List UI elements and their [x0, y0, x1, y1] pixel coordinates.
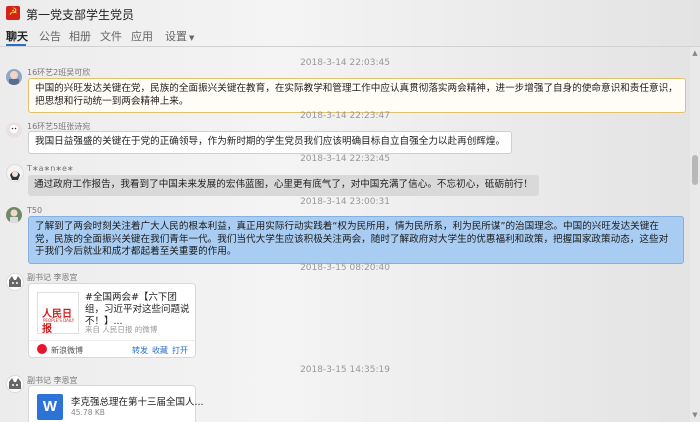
- group-title: 第一党支部学生党员: [26, 8, 135, 22]
- platform-name: 新浪微博: [51, 346, 83, 355]
- message-timestamp: 2018-3-14 22:32:45: [300, 154, 390, 164]
- sender-name: 副书记 李恩宜: [27, 273, 78, 282]
- message-bubble[interactable]: 通过政府工作报告，我看到了中国未来发展的宏伟蓝图，心里更有底气了，对中国充满了信…: [28, 175, 539, 196]
- title-bar: ☭ 第一党支部学生党员: [0, 0, 700, 26]
- news-thumbnail-subtitle: PEOPLE'S DAILY: [43, 318, 75, 323]
- scrollbar-thumb[interactable]: [692, 155, 698, 185]
- chat-scrollbar[interactable]: ▲ ▼: [690, 47, 700, 422]
- chevron-down-icon: ▼: [189, 34, 195, 42]
- party-emblem-icon: ☭: [6, 6, 20, 20]
- card-footer: 新浪微博 转发 收藏 打开: [29, 340, 195, 359]
- avatar[interactable]: [6, 375, 24, 393]
- chat-history[interactable]: 2018-3-14 22:03:45 16环艺2班吴可欣 中国的兴旺发达关键在党…: [0, 47, 690, 422]
- avatar[interactable]: [6, 164, 24, 182]
- avatar[interactable]: [6, 122, 22, 138]
- file-size: 45.78 KB: [71, 408, 105, 417]
- open-link[interactable]: 打开: [172, 345, 188, 356]
- word-file-icon: W: [37, 394, 63, 420]
- active-tab-indicator: [6, 44, 26, 46]
- avatar[interactable]: [6, 207, 22, 223]
- sender-name: 16环艺2班吴可欣: [27, 68, 91, 77]
- message-timestamp: 2018-3-14 22:03:45: [300, 58, 390, 68]
- tab-settings-label: 设置: [165, 30, 187, 43]
- avatar[interactable]: [6, 69, 22, 85]
- tab-files[interactable]: 文件: [100, 28, 122, 44]
- file-name[interactable]: 李克强总理在第十三届全国人...: [71, 394, 204, 408]
- message-bubble[interactable]: 中国的兴旺发达关键在党，民族的全面振兴关键在教育，在实际教学和管理工作中应认真贯…: [28, 78, 686, 113]
- news-headline[interactable]: #全国两会#【六下团组，习近平对这些问题说不！】...: [85, 292, 191, 328]
- scroll-down-arrow-icon[interactable]: ▼: [691, 411, 699, 419]
- tab-settings[interactable]: 设置 ▼: [165, 28, 194, 44]
- shared-weibo-card[interactable]: 人民日报 PEOPLE'S DAILY #全国两会#【六下团组，习近平对这些问题…: [28, 283, 196, 358]
- scroll-up-arrow-icon[interactable]: ▲: [691, 49, 699, 57]
- message-timestamp: 2018-3-15 08:20:40: [300, 263, 390, 273]
- sender-name: T50: [27, 206, 43, 215]
- tab-album[interactable]: 相册: [69, 28, 91, 44]
- file-message[interactable]: W 李克强总理在第十三届全国人... 45.78 KB: [28, 385, 204, 422]
- news-source: 来自 人民日报 的微博: [85, 325, 158, 334]
- tab-apps[interactable]: 应用: [131, 28, 153, 44]
- message-timestamp: 2018-3-14 23:00:31: [300, 197, 390, 207]
- avatar[interactable]: [6, 273, 24, 291]
- tab-bar: 聊天 公告 相册 文件 应用 设置 ▼: [0, 26, 700, 47]
- tab-chat[interactable]: 聊天: [6, 28, 28, 44]
- forward-link[interactable]: 转发: [132, 345, 148, 356]
- message-bubble[interactable]: 我国日益强盛的关键在于党的正确领导，作为新时期的学生党员我们应该明确目标自立自强…: [28, 131, 513, 154]
- message-bubble[interactable]: 了解到了两会时刻关注着广大人民的根本利益，真正用实际行动实践着“权为民所用，情为…: [28, 216, 684, 264]
- message-timestamp: 2018-3-15 14:35:19: [300, 365, 390, 375]
- sender-name: T∗a∗n∗e∗: [27, 164, 74, 173]
- tab-announcement[interactable]: 公告: [39, 28, 61, 44]
- message-timestamp: 2018-3-14 22:23:47: [300, 111, 390, 121]
- favorite-link[interactable]: 收藏: [152, 345, 168, 356]
- weibo-icon: [37, 344, 47, 354]
- news-thumbnail: 人民日报 PEOPLE'S DAILY: [37, 292, 79, 335]
